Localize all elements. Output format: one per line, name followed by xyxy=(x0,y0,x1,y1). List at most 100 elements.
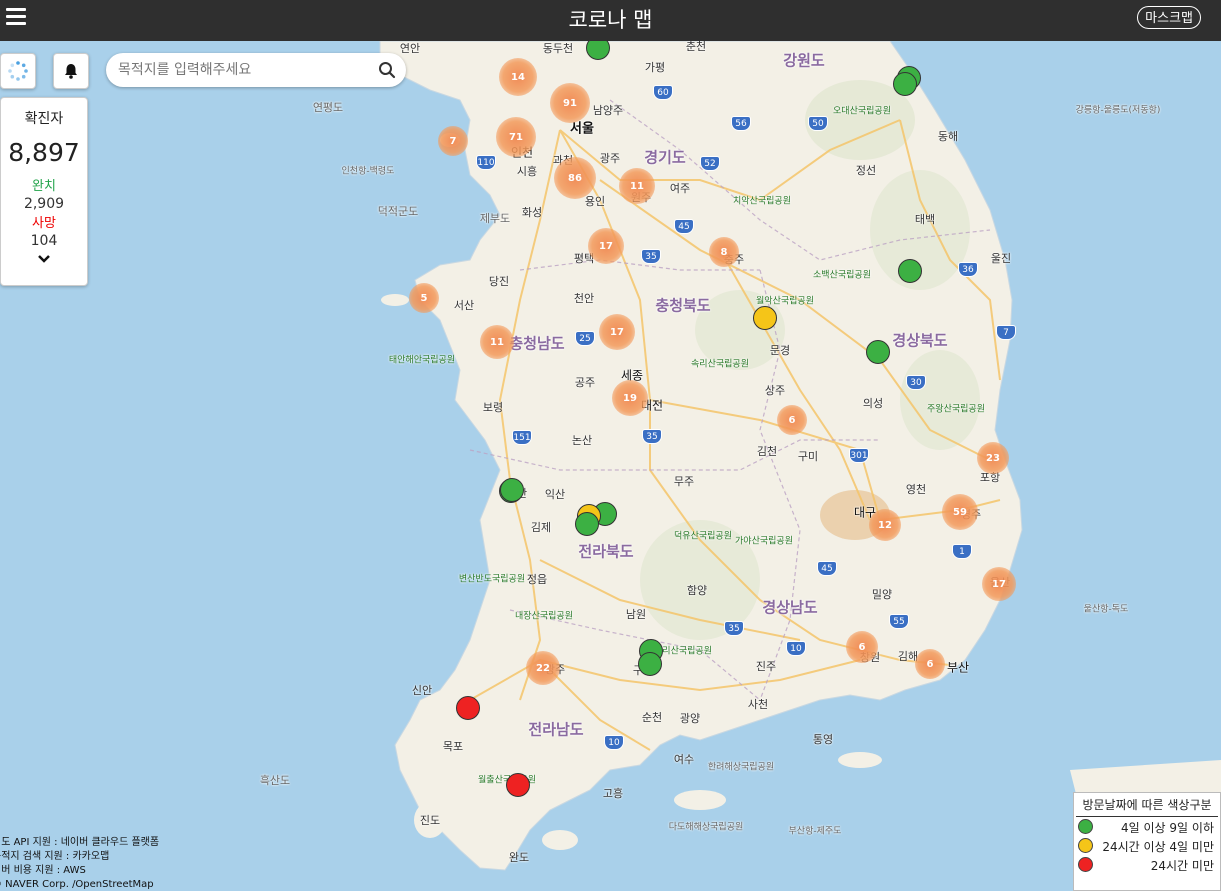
search-bar xyxy=(106,53,406,87)
attribution-line: 서버 비용 지원 : AWS xyxy=(0,865,86,876)
place-label: 소백산국립공원 xyxy=(813,270,871,281)
legend-item: 4일 이상 9일 이하 xyxy=(1074,817,1220,836)
highway-number-badge: 55 xyxy=(889,614,909,629)
case-cluster-marker[interactable]: 22 xyxy=(526,651,560,685)
place-label: 무주 xyxy=(673,475,695,488)
place-label: 용인 xyxy=(584,195,606,208)
place-label: 덕적군도 xyxy=(377,205,419,218)
case-cluster-marker[interactable]: 17 xyxy=(599,314,635,350)
map-canvas[interactable]: 연안동두천춘천강원도가평오대산국립공원남양주서울연평도인천강릉항-울릉도(저동항… xyxy=(0,41,1221,891)
case-cluster-marker[interactable]: 5 xyxy=(409,283,439,313)
case-cluster-marker[interactable]: 23 xyxy=(977,442,1009,474)
place-label: 변산반도국립공원 xyxy=(458,574,526,585)
highway-number-badge: 30 xyxy=(906,375,926,390)
yellow-visit-marker[interactable] xyxy=(753,306,777,330)
place-label: 태백 xyxy=(914,213,936,226)
case-cluster-marker[interactable]: 19 xyxy=(612,380,648,416)
place-label: 광양 xyxy=(679,712,701,725)
island xyxy=(381,294,409,306)
island xyxy=(542,830,578,850)
highway-number-badge: 50 xyxy=(808,116,828,131)
place-label: 화성 xyxy=(521,206,543,219)
expand-stats-button[interactable] xyxy=(1,249,87,268)
case-cluster-marker[interactable]: 12 xyxy=(869,509,901,541)
app-title: 코로나 맵 xyxy=(568,8,653,32)
place-label: 구미 xyxy=(797,450,819,463)
place-label: 다도해해상국립공원 xyxy=(668,822,744,833)
place-label: 시흥 xyxy=(516,165,538,178)
place-label: 신안 xyxy=(411,684,433,697)
recovered-count: 2,909 xyxy=(23,196,65,212)
place-label: 목포 xyxy=(442,740,464,753)
place-label: 경기도 xyxy=(644,148,686,167)
legend-item: 24시간 이상 4일 미만 xyxy=(1074,836,1220,855)
search-icon[interactable] xyxy=(378,61,396,79)
case-cluster-marker[interactable]: 6 xyxy=(777,405,807,435)
case-cluster-marker[interactable]: 59 xyxy=(942,494,978,530)
green-visit-marker[interactable] xyxy=(898,259,922,283)
place-label: 김천 xyxy=(756,445,778,458)
case-cluster-marker[interactable]: 86 xyxy=(554,157,596,199)
place-label: 남양주 xyxy=(592,104,624,117)
place-label: 의성 xyxy=(862,397,884,410)
confirmed-label: 확진자 xyxy=(24,111,64,127)
place-label: 공주 xyxy=(574,376,596,389)
place-label: 충청남도 xyxy=(509,334,565,353)
case-cluster-marker[interactable]: 8 xyxy=(709,237,739,267)
green-visit-marker[interactable] xyxy=(638,652,662,676)
death-label: 사망 xyxy=(32,216,56,231)
place-label: 전라북도 xyxy=(578,542,634,561)
bell-icon xyxy=(65,64,77,79)
red-visit-marker[interactable] xyxy=(506,773,530,797)
case-cluster-marker[interactable]: 6 xyxy=(915,649,945,679)
green-visit-marker[interactable] xyxy=(893,72,917,96)
place-label: 동두천 xyxy=(542,42,574,55)
case-cluster-marker[interactable]: 14 xyxy=(499,58,537,96)
green-visit-marker[interactable] xyxy=(500,478,524,502)
case-cluster-marker[interactable]: 11 xyxy=(480,325,514,359)
legend-title: 방문날짜에 따른 색상구분 xyxy=(1076,793,1218,817)
place-label: 진도 xyxy=(419,814,441,827)
green-visit-marker[interactable] xyxy=(866,340,890,364)
case-cluster-marker[interactable]: 6 xyxy=(846,631,878,663)
green-visit-marker[interactable] xyxy=(575,512,599,536)
place-label: 동해 xyxy=(937,130,959,143)
mask-map-button[interactable]: 마스크맵 xyxy=(1137,6,1201,29)
case-cluster-marker[interactable]: 11 xyxy=(619,168,655,204)
place-label: 인천항-백령도 xyxy=(341,166,395,177)
highway-number-badge: 151 xyxy=(512,430,532,445)
highway-number-badge: 25 xyxy=(575,331,595,346)
loading-button[interactable] xyxy=(0,53,36,89)
attribution-line[interactable]: © NAVER Corp. /OpenStreetMap xyxy=(0,878,159,891)
place-label: 경상북도 xyxy=(892,331,948,350)
place-label: 내장산국립공원 xyxy=(515,611,573,622)
place-label: 부산항-제주도 xyxy=(788,826,842,837)
case-cluster-marker[interactable]: 17 xyxy=(588,228,624,264)
place-label: 밀양 xyxy=(871,588,893,601)
place-label: 문경 xyxy=(769,344,791,357)
place-label: 연평도 xyxy=(312,101,344,114)
case-cluster-marker[interactable]: 71 xyxy=(496,117,536,157)
legend-label: 24시간 이상 4일 미만 xyxy=(1102,840,1214,854)
place-label: 태안해안국립공원 xyxy=(388,355,456,366)
place-label: 정읍 xyxy=(526,573,548,586)
place-label: 여수 xyxy=(673,753,695,766)
place-label: 부산 xyxy=(946,660,970,675)
red-visit-marker[interactable] xyxy=(456,696,480,720)
place-label: 보령 xyxy=(482,401,504,414)
place-label: 연안 xyxy=(399,42,421,55)
case-cluster-marker[interactable]: 17 xyxy=(982,567,1016,601)
place-label: 경상남도 xyxy=(762,598,818,617)
place-label: 통영 xyxy=(812,733,834,746)
place-label: 순천 xyxy=(641,711,663,724)
highway-number-badge: 10 xyxy=(604,735,624,750)
case-cluster-marker[interactable]: 91 xyxy=(550,83,590,123)
place-label: 오대산국립공원 xyxy=(833,106,891,117)
place-label: 사천 xyxy=(747,698,769,711)
place-label: 상주 xyxy=(764,384,786,397)
notification-button[interactable] xyxy=(53,53,89,89)
case-cluster-marker[interactable]: 7 xyxy=(438,126,468,156)
place-label: 가평 xyxy=(644,61,666,74)
search-input[interactable] xyxy=(118,59,373,81)
place-label: 월악산국립공원 xyxy=(756,296,814,307)
